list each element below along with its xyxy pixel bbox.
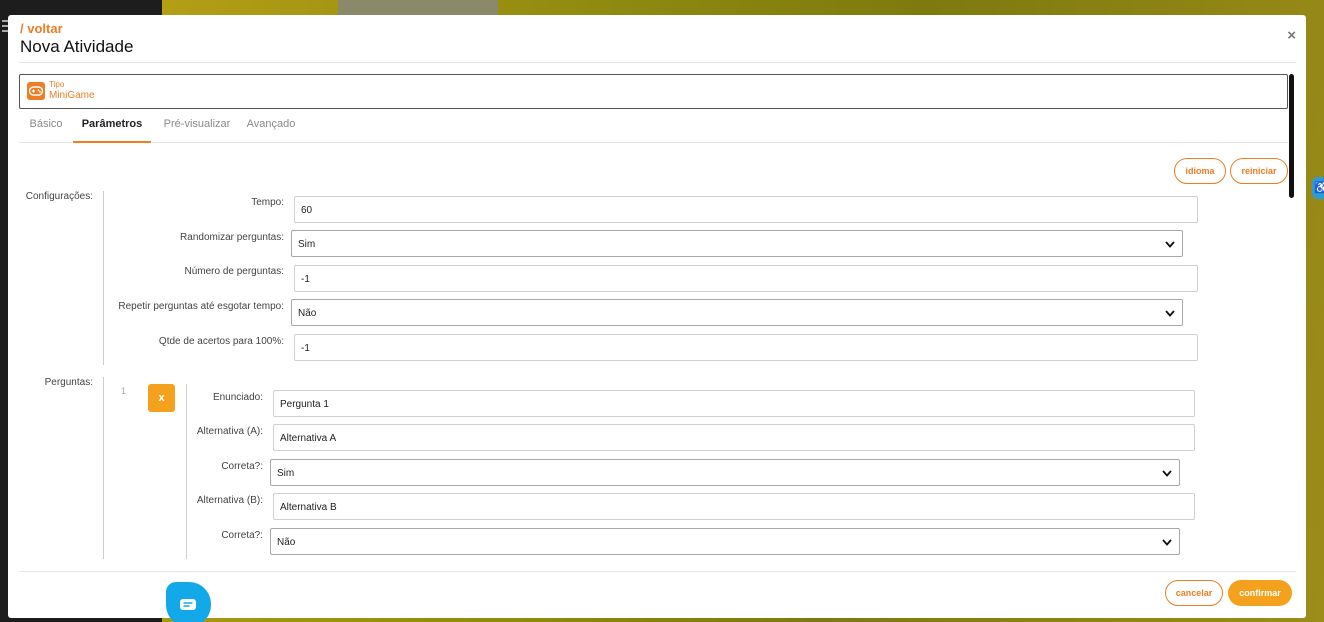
questions-section-label: Perguntas:: [44, 377, 93, 388]
reset-button[interactable]: reiniciar: [1230, 158, 1288, 184]
chat-button[interactable]: [166, 582, 211, 622]
field-label: Repetir perguntas até esgotar tempo:: [118, 301, 284, 312]
chevron-down-icon: [1165, 241, 1175, 248]
remove-question-button[interactable]: x: [148, 384, 175, 412]
field-label: Enunciado:: [212, 392, 263, 403]
field-label: Alternativa (B):: [196, 495, 263, 506]
backdrop-block: [338, 0, 498, 16]
gamepad-icon: [27, 82, 45, 100]
accessibility-icon[interactable]: ♿: [1312, 177, 1324, 199]
field-label: Alternativa (A):: [196, 426, 263, 437]
confirm-button[interactable]: confirmar: [1228, 580, 1292, 606]
field-label: Qtde de acertos para 100%:: [158, 336, 284, 347]
field-label: Número de perguntas:: [184, 266, 284, 277]
language-button[interactable]: idioma: [1174, 158, 1226, 184]
type-label: Tipo: [49, 80, 65, 89]
select-value: Não: [298, 308, 317, 319]
repeat-questions-select[interactable]: Não: [291, 299, 1183, 326]
field-label: Tempo:: [251, 197, 284, 208]
scrollbar-thumb[interactable]: [1289, 74, 1294, 198]
tab-bar: Básico Parâmetros Pré-visualizar Avançad…: [19, 109, 1288, 143]
field-label: Randomizar perguntas:: [180, 232, 284, 243]
tab-avancado[interactable]: Avançado: [245, 109, 297, 143]
question-divider: [186, 384, 187, 559]
new-activity-modal: / voltar Nova Atividade × Tipo MiniGame …: [8, 15, 1306, 618]
hits-for-100-input[interactable]: -1: [294, 334, 1198, 361]
chevron-down-icon: [1162, 539, 1172, 546]
questions-divider: [103, 377, 104, 559]
select-value: Sim: [277, 468, 295, 479]
modal-title: Nova Atividade: [20, 37, 134, 56]
alternative-a-correct-select[interactable]: Sim: [270, 459, 1180, 486]
type-value: MiniGame: [49, 90, 95, 101]
close-icon[interactable]: ×: [1287, 27, 1296, 44]
select-value: Sim: [298, 239, 316, 250]
alternative-a-input[interactable]: Alternativa A: [273, 424, 1195, 451]
divider: [19, 571, 1296, 572]
back-link[interactable]: / voltar: [20, 21, 63, 36]
tab-pre-visualizar[interactable]: Pré-visualizar: [159, 109, 235, 143]
alternative-b-input[interactable]: Alternativa B: [273, 493, 1195, 520]
chat-icon: [180, 599, 196, 610]
cancel-button[interactable]: cancelar: [1165, 580, 1223, 606]
activity-type-box[interactable]: Tipo MiniGame: [19, 74, 1288, 109]
select-value: Não: [277, 537, 296, 548]
randomize-select[interactable]: Sim: [291, 230, 1183, 257]
config-section-label: Configurações:: [25, 191, 93, 202]
chevron-down-icon: [1162, 470, 1172, 477]
divider: [19, 62, 1296, 63]
time-input[interactable]: 60: [294, 196, 1198, 223]
field-label: Correta?:: [221, 530, 263, 541]
question-count-input[interactable]: -1: [294, 265, 1198, 292]
statement-input[interactable]: Pergunta 1: [273, 390, 1195, 417]
question-index: 1: [121, 386, 127, 396]
chevron-down-icon: [1165, 310, 1175, 317]
tab-basico[interactable]: Básico: [19, 109, 73, 143]
tab-parametros[interactable]: Parâmetros: [73, 109, 151, 143]
alternative-b-correct-select[interactable]: Não: [270, 528, 1180, 555]
field-label: Correta?:: [221, 461, 263, 472]
